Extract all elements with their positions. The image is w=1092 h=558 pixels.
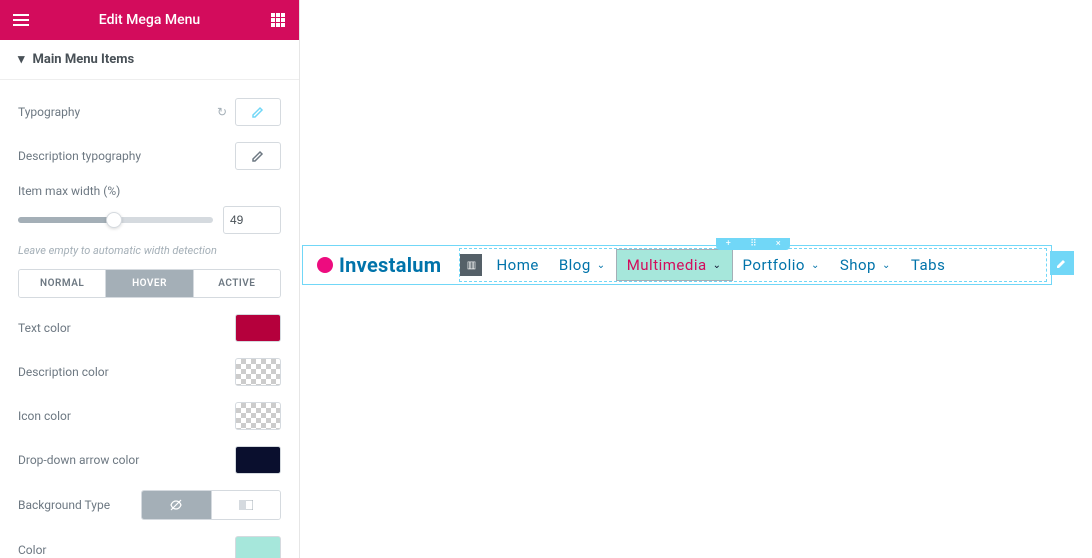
chevron-down-icon: ⌄ bbox=[597, 260, 606, 271]
desc-color-row: Description color bbox=[18, 350, 281, 394]
menu-item-label: Portfolio bbox=[743, 256, 805, 274]
toolbar-close-icon[interactable]: × bbox=[776, 239, 781, 249]
background-type-row: Background Type bbox=[18, 482, 281, 528]
tab-normal[interactable]: Normal bbox=[19, 270, 105, 297]
dropdown-arrow-color-swatch[interactable] bbox=[235, 446, 281, 474]
panel-title: Edit Mega Menu bbox=[30, 12, 269, 28]
menu-item-label: Tabs bbox=[911, 256, 945, 274]
text-color-row: Text color bbox=[18, 306, 281, 350]
color-label: Color bbox=[18, 543, 235, 557]
brand-dot-icon bbox=[317, 257, 333, 273]
reset-icon[interactable]: ↻ bbox=[217, 105, 227, 119]
sidebar-header: Edit Mega Menu bbox=[0, 0, 299, 40]
menu-item-tabs[interactable]: Tabs bbox=[901, 249, 955, 281]
menu-item-label: Shop bbox=[840, 256, 876, 274]
color-row: Color bbox=[18, 528, 281, 558]
menu-items-container[interactable]: + ⠿ × ▥ Home Blog ⌄ Multimedia ⌄ Portfol… bbox=[459, 248, 1047, 282]
chevron-down-icon: ⌄ bbox=[882, 260, 891, 271]
section-badge-icon[interactable]: ▥ bbox=[460, 254, 482, 276]
tab-active[interactable]: Active bbox=[193, 270, 280, 297]
menu-item-shop[interactable]: Shop ⌄ bbox=[830, 249, 901, 281]
icon-color-row: Icon color bbox=[18, 394, 281, 438]
typography-row: Typography ↻ bbox=[18, 90, 281, 134]
hamburger-icon[interactable] bbox=[12, 11, 30, 29]
toolbar-add-icon[interactable]: + bbox=[726, 239, 731, 249]
slider-thumb[interactable] bbox=[106, 212, 122, 228]
caret-down-icon: ▾ bbox=[18, 52, 25, 67]
icon-color-swatch[interactable] bbox=[235, 402, 281, 430]
element-toolbar: + ⠿ × bbox=[716, 238, 790, 250]
toolbar-drag-icon[interactable]: ⠿ bbox=[750, 239, 757, 249]
menu-item-multimedia[interactable]: Multimedia ⌄ bbox=[616, 249, 733, 281]
section-header[interactable]: ▾ Main Menu Items bbox=[0, 40, 299, 80]
background-type-label: Background Type bbox=[18, 498, 141, 512]
dropdown-arrow-color-row: Drop-down arrow color bbox=[18, 438, 281, 482]
item-max-width-label: Item max width (%) bbox=[18, 184, 281, 198]
desc-typography-row: Description typography bbox=[18, 134, 281, 178]
chevron-down-icon: ⌄ bbox=[713, 260, 722, 271]
dropdown-arrow-color-label: Drop-down arrow color bbox=[18, 453, 235, 467]
brand-text: Investalum bbox=[339, 253, 441, 277]
state-tabs: Normal Hover Active bbox=[18, 269, 281, 298]
item-max-width-hint: Leave empty to automatic width detection bbox=[18, 240, 281, 269]
menu-item-label: Blog bbox=[559, 256, 591, 274]
editor-sidebar: Edit Mega Menu ▾ Main Menu Items Typogra… bbox=[0, 0, 300, 558]
menu-item-home[interactable]: Home bbox=[486, 249, 548, 281]
tab-hover[interactable]: Hover bbox=[105, 270, 192, 297]
text-color-label: Text color bbox=[18, 321, 235, 335]
grid-icon[interactable] bbox=[269, 11, 287, 29]
brand: Investalum bbox=[303, 253, 455, 277]
menu-item-blog[interactable]: Blog ⌄ bbox=[549, 249, 616, 281]
mega-menu-widget[interactable]: Investalum + ⠿ × ▥ Home Blog ⌄ Multimedi… bbox=[302, 245, 1052, 285]
desc-color-label: Description color bbox=[18, 365, 235, 379]
edit-widget-button[interactable] bbox=[1050, 251, 1074, 275]
preview-canvas: Investalum + ⠿ × ▥ Home Blog ⌄ Multimedi… bbox=[300, 0, 1092, 558]
menu-item-portfolio[interactable]: Portfolio ⌄ bbox=[733, 249, 830, 281]
item-max-width-input[interactable] bbox=[223, 206, 281, 234]
typography-edit-button[interactable] bbox=[235, 98, 281, 126]
section-title: Main Menu Items bbox=[33, 52, 135, 67]
bg-type-gradient[interactable] bbox=[211, 491, 281, 519]
item-max-width-slider[interactable] bbox=[18, 217, 213, 223]
menu-item-label: Multimedia bbox=[627, 256, 707, 274]
chevron-down-icon: ⌄ bbox=[811, 260, 820, 271]
desc-color-swatch[interactable] bbox=[235, 358, 281, 386]
section-body: Typography ↻ Description typography Item… bbox=[0, 80, 299, 558]
text-color-swatch[interactable] bbox=[235, 314, 281, 342]
typography-label: Typography bbox=[18, 105, 217, 119]
desc-typography-label: Description typography bbox=[18, 149, 235, 163]
menu-item-label: Home bbox=[496, 256, 538, 274]
item-max-width-row: Item max width (%) bbox=[18, 178, 281, 240]
color-swatch[interactable] bbox=[235, 536, 281, 558]
icon-color-label: Icon color bbox=[18, 409, 235, 423]
background-type-toggle bbox=[141, 490, 281, 520]
bg-type-classic[interactable] bbox=[142, 491, 211, 519]
desc-typography-edit-button[interactable] bbox=[235, 142, 281, 170]
